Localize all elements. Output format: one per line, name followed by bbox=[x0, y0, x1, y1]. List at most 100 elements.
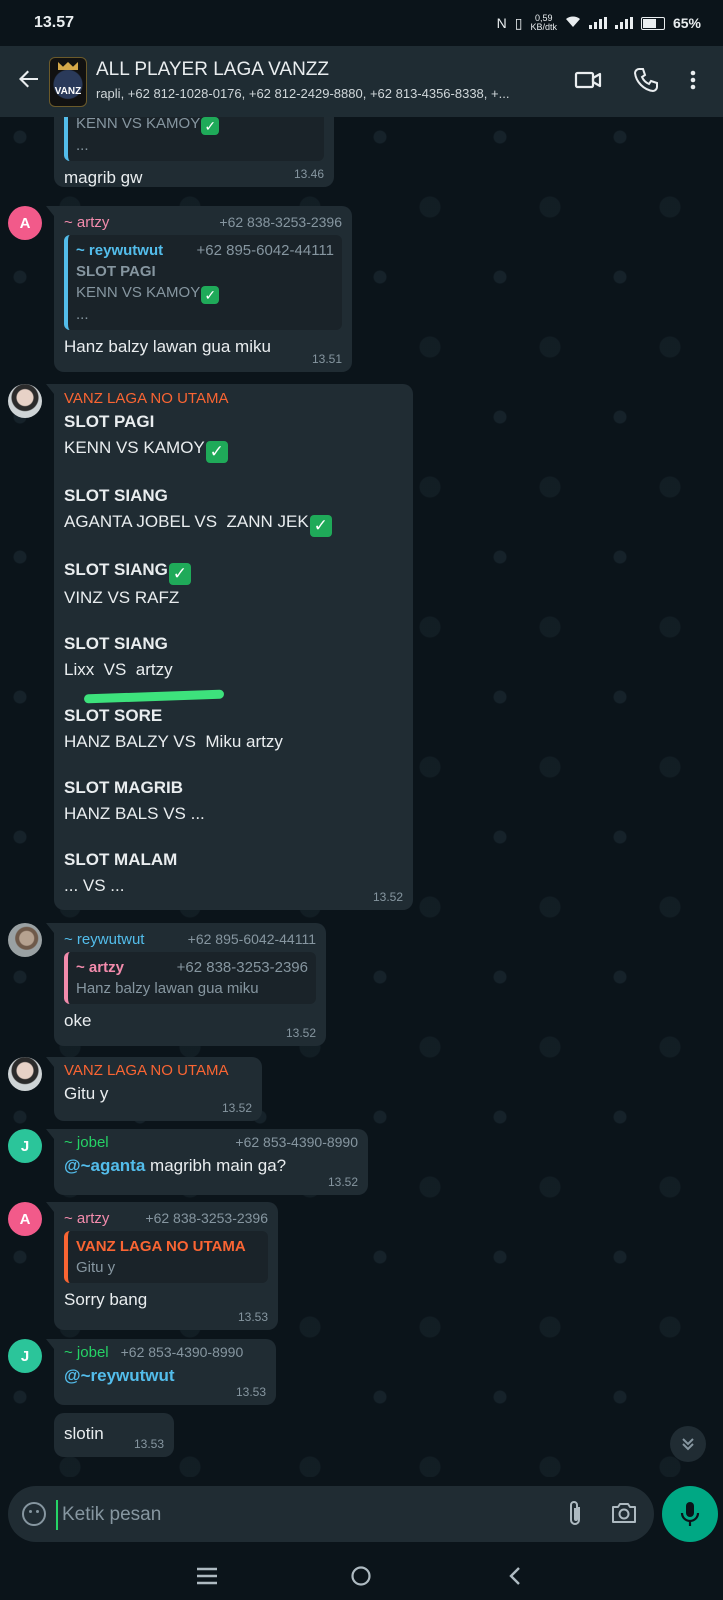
message-bubble[interactable]: ~ jobel +62 853-4390-8990 @~aganta magri… bbox=[46, 1129, 368, 1195]
check-mark-icon: ✓ bbox=[201, 117, 220, 135]
nfc-icon: N bbox=[496, 15, 507, 31]
slot-title: SLOT SIANG bbox=[64, 634, 168, 653]
sender-name[interactable]: ~ jobel bbox=[64, 1344, 109, 1361]
group-logo-text: VANZ bbox=[54, 86, 82, 97]
status-icons: N ▯ 0,59 KB/dtk 65% bbox=[497, 14, 701, 32]
message-bubble[interactable]: ~ artzy +62 838-3253-2396 ~ reywutwut +62… bbox=[46, 206, 352, 372]
back-arrow-icon[interactable] bbox=[16, 66, 44, 94]
video-call-icon[interactable] bbox=[574, 66, 602, 94]
message-bubble[interactable]: KENN VS KAMOY ✓ ... magrib gw 13.46 bbox=[54, 117, 334, 187]
battery-percent: 65% bbox=[672, 15, 701, 31]
sender-name[interactable]: VANZ LAGA NO UTAMA bbox=[64, 1062, 252, 1079]
battery-icon bbox=[640, 16, 665, 30]
avatar[interactable] bbox=[8, 1057, 42, 1091]
vibrate-icon: ▯ bbox=[514, 14, 523, 31]
message-bubble[interactable]: ~ reywutwut +62 895-6042-44111 ~ artzy +6… bbox=[46, 923, 326, 1046]
message-time: 13.53 bbox=[133, 1437, 164, 1451]
quoted-message[interactable]: ~ artzy +62 838-3253-2396 Hanz balzy lawa… bbox=[64, 952, 316, 1004]
message-time: 13.46 bbox=[293, 167, 324, 181]
quoted-line: KENN VS KAMOY bbox=[76, 284, 201, 301]
status-time: 13.57 bbox=[34, 14, 75, 31]
message-text: Hanz balzy lawan gua miku bbox=[64, 337, 271, 356]
emoji-icon[interactable] bbox=[22, 1502, 46, 1526]
slot-schedule: SLOT PAGI KENN VS KAMOY ✓ SLOT SIANG AGANTA … bbox=[64, 409, 403, 899]
chat-area[interactable]: KENN VS KAMOY ✓ ... magrib gw 13.46 A ~ a… bbox=[0, 117, 723, 1457]
sender-name[interactable]: ~ reywutwut bbox=[64, 931, 144, 948]
mention-link[interactable]: @~aganta bbox=[64, 1156, 145, 1175]
quoted-text: Gitu y bbox=[76, 1259, 116, 1276]
avatar[interactable]: J bbox=[8, 1129, 42, 1163]
sender-name[interactable]: ~ artzy bbox=[64, 1210, 109, 1227]
sender-row: ~ jobel +62 853-4390-8990 bbox=[64, 1134, 358, 1151]
status-bar: 13.57 N ▯ 0,59 KB/dtk 65% bbox=[0, 0, 723, 46]
slot-title: SLOT SIANG bbox=[64, 560, 168, 579]
message-text: @~reywutwut bbox=[64, 1365, 266, 1387]
avatar[interactable]: J bbox=[8, 1339, 42, 1373]
scroll-down-icon[interactable] bbox=[670, 1426, 706, 1462]
avatar[interactable] bbox=[8, 923, 42, 957]
quoted-sender: VANZ LAGA NO UTAMA bbox=[76, 1238, 246, 1255]
message-composer[interactable] bbox=[8, 1486, 654, 1542]
quoted-message[interactable]: KENN VS KAMOY ✓ ... bbox=[64, 117, 324, 161]
quoted-sender: ~ artzy bbox=[76, 959, 124, 976]
network-speed-unit: KB/dtk bbox=[530, 22, 557, 32]
message-time: 13.52 bbox=[285, 1026, 316, 1040]
camera-icon[interactable] bbox=[610, 1500, 640, 1528]
check-mark-icon: ✓ bbox=[168, 563, 191, 585]
message-time: 13.53 bbox=[237, 1310, 268, 1324]
slot-block: SLOT SIANG ✓ VINZ VS RAFZ bbox=[64, 557, 403, 611]
message-bubble[interactable]: VANZ LAGA NO UTAMA Gitu y 13.52 bbox=[46, 1057, 262, 1121]
message-input[interactable] bbox=[56, 1500, 504, 1530]
signal-icon bbox=[588, 17, 607, 29]
avatar[interactable] bbox=[8, 384, 42, 418]
sender-row: ~ artzy +62 838-3253-2396 bbox=[64, 214, 342, 231]
sender-name[interactable]: VANZ LAGA NO UTAMA bbox=[64, 389, 403, 409]
avatar[interactable]: A bbox=[8, 1202, 42, 1236]
nav-recents-icon[interactable] bbox=[192, 1561, 222, 1591]
attach-icon[interactable] bbox=[560, 1499, 590, 1529]
sender-phone: +62 838-3253-2396 bbox=[219, 214, 342, 230]
slot-title: SLOT MALAM bbox=[64, 850, 178, 869]
quoted-line: SLOT PAGI bbox=[76, 263, 156, 280]
sender-name[interactable]: ~ jobel bbox=[64, 1134, 109, 1151]
slot-block: SLOT MALAM ... VS ... bbox=[64, 847, 403, 899]
mention-link[interactable]: @~reywutwut bbox=[64, 1366, 175, 1385]
slot-match: ... VS ... bbox=[64, 876, 125, 895]
nav-back-icon[interactable] bbox=[500, 1561, 530, 1591]
mic-icon[interactable] bbox=[662, 1486, 718, 1542]
quoted-message[interactable]: VANZ LAGA NO UTAMA Gitu y bbox=[64, 1231, 268, 1283]
group-title[interactable]: ALL PLAYER LAGA VANZZ bbox=[96, 59, 329, 81]
sender-phone: +62 853-4390-8990 bbox=[235, 1134, 358, 1150]
slot-block: SLOT SIANG Lixx VS artzy bbox=[64, 631, 403, 683]
message-bubble[interactable]: VANZ LAGA NO UTAMA SLOT PAGI KENN VS KAMO… bbox=[46, 384, 413, 910]
message-text: @~aganta magribh main ga? bbox=[64, 1155, 358, 1177]
avatar[interactable]: A bbox=[8, 206, 42, 240]
crown-icon bbox=[58, 62, 78, 70]
quoted-more: ... bbox=[76, 137, 89, 154]
quoted-more: ... bbox=[76, 306, 89, 323]
system-nav-bar bbox=[0, 1555, 723, 1600]
quoted-text: KENN VS KAMOY bbox=[76, 117, 201, 132]
slot-match: Lixx VS artzy bbox=[64, 660, 173, 679]
group-avatar[interactable]: VANZ bbox=[49, 57, 87, 107]
sender-row: ~ artzy +62 838-3253-2396 bbox=[64, 1210, 268, 1227]
slot-block: SLOT MAGRIB HANZ BALS VS ... bbox=[64, 775, 403, 827]
quoted-phone: +62 895-6042-44111 bbox=[196, 242, 334, 259]
message-bubble[interactable]: ~ artzy +62 838-3253-2396 VANZ LAGA NO U… bbox=[46, 1202, 278, 1330]
wifi-icon bbox=[565, 15, 581, 31]
phone-icon[interactable] bbox=[632, 66, 660, 94]
message-bubble[interactable]: slotin 13.53 bbox=[54, 1413, 174, 1457]
message-time: 13.53 bbox=[235, 1385, 266, 1399]
message-time: 13.51 bbox=[311, 352, 342, 366]
chat-header[interactable]: VANZ ALL PLAYER LAGA VANZZ rapli, +62 81… bbox=[0, 46, 723, 117]
group-participants[interactable]: rapli, +62 812-1028-0176, +62 812-2429-8… bbox=[96, 86, 546, 101]
quoted-text: Hanz balzy lawan gua miku bbox=[76, 980, 259, 997]
sender-name[interactable]: ~ artzy bbox=[64, 214, 109, 231]
message-bubble[interactable]: ~ jobel +62 853-4390-8990 @~reywutwut 13… bbox=[46, 1339, 276, 1405]
nav-home-icon[interactable] bbox=[346, 1561, 376, 1591]
check-mark-icon: ✓ bbox=[205, 441, 228, 463]
slot-match: HANZ BALS VS ... bbox=[64, 804, 205, 823]
more-vert-icon[interactable] bbox=[688, 66, 698, 94]
slot-match: VINZ VS RAFZ bbox=[64, 588, 180, 607]
quoted-message[interactable]: ~ reywutwut +62 895-6042-44111 SLOT PAGI … bbox=[64, 235, 342, 330]
